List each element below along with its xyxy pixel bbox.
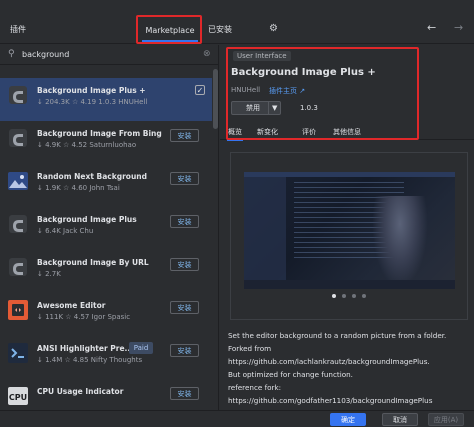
ok-button[interactable]: 确定 — [330, 413, 366, 426]
gear-icon[interactable]: ⚙ — [269, 23, 278, 34]
arrow-left-icon[interactable]: ← — [427, 21, 436, 34]
landscape-icon — [7, 170, 29, 192]
plugin-name: ANSI Highlighter Pre... — [37, 344, 134, 353]
install-button[interactable]: 安装 — [170, 387, 199, 400]
screenshot-carousel[interactable] — [230, 152, 468, 320]
plugin-name: Background Image Plus + — [37, 86, 146, 95]
plugin-meta: ↓ 6.4K Jack Chu — [37, 227, 94, 235]
search-bar[interactable]: ⚲ background ⊗ — [0, 45, 218, 65]
scrollbar[interactable] — [213, 67, 218, 407]
description-link[interactable]: https://github.com/lachlankrautz/backgro… — [228, 355, 468, 368]
install-button[interactable]: 安装 — [170, 344, 199, 357]
scrollbar-thumb[interactable] — [213, 69, 218, 129]
plugin-meta: ↓ 1.9K ☆ 4.60 John Tsai — [37, 184, 120, 192]
dialog-title: 插件 — [10, 25, 26, 34]
plugin-list-item[interactable]: Background Image From Bing ↓ 4.9K ☆ 4.52 … — [0, 121, 212, 164]
arrow-right-icon[interactable]: → — [454, 21, 463, 34]
plugin-name: CPU Usage Indicator — [37, 387, 124, 396]
close-icon[interactable]: ⊗ — [203, 49, 211, 59]
plugin-list-item[interactable]: Background Image By URL ↓ 2.7K 安装 — [0, 250, 212, 293]
annotation-highlight-marketplace — [136, 15, 202, 44]
plugin-list-panel: ⚲ background ⊗ Background Image Plus + ↓ … — [0, 45, 219, 410]
description-line: Forked from — [228, 344, 272, 353]
plugin-meta: ↓ 2.7K — [37, 270, 61, 278]
plug-icon — [7, 213, 29, 235]
enabled-checkbox[interactable]: ✓ — [195, 85, 205, 95]
cpu-icon: CPU — [7, 385, 29, 407]
annotation-highlight-detail — [226, 47, 419, 140]
paid-badge: Paid — [129, 342, 153, 354]
plugin-name: Awesome Editor — [37, 301, 106, 310]
description-link[interactable]: https://github.com/godfather1103/backgro… — [228, 394, 468, 407]
editor-icon — [7, 299, 29, 321]
plugin-meta: ↓ 204.3K ☆ 4.19 1.0.3 HNUHell — [37, 98, 148, 106]
plugin-list-item[interactable]: Awesome Editor ↓ 111K ☆ 4.57 Igor Spasic 安… — [0, 293, 212, 336]
terminal-icon — [7, 342, 29, 364]
plugin-list-item[interactable]: Background Image Plus + ↓ 204.3K ☆ 4.19 1… — [0, 78, 212, 121]
install-button[interactable]: 安装 — [170, 172, 199, 185]
search-input[interactable]: background — [22, 50, 69, 59]
carousel-dot[interactable] — [342, 294, 346, 298]
plugin-meta: ↓ 4.9K ☆ 4.52 Saturnluohao — [37, 141, 137, 149]
plug-icon — [7, 84, 29, 106]
plug-icon — [7, 256, 29, 278]
carousel-dots — [332, 291, 372, 298]
plugin-list-item[interactable]: CPU CPU Usage Indicator 安装 — [0, 379, 212, 410]
carousel-dot[interactable] — [362, 294, 366, 298]
svg-text:CPU: CPU — [9, 393, 27, 402]
plug-icon — [7, 127, 29, 149]
plugin-name: Background Image By URL — [37, 258, 149, 267]
plugin-list-item[interactable]: ANSI Highlighter Pre... ↓ 1.4M ☆ 4.85 Nif… — [0, 336, 212, 379]
cancel-button[interactable]: 取消 — [382, 413, 418, 426]
plugin-list-item[interactable]: Random Next Background ↓ 1.9K ☆ 4.60 John… — [0, 164, 212, 207]
top-bar: 插件 Marketplace 已安装 ⚙ ← → — [0, 0, 474, 44]
plugin-meta: ↓ 1.4M ☆ 4.85 Nifty Thoughts — [37, 356, 143, 364]
apply-button[interactable]: 应用(A) — [428, 413, 464, 426]
install-button[interactable]: 安装 — [170, 215, 199, 228]
plugin-description: Set the editor background to a random pi… — [228, 329, 468, 407]
install-button[interactable]: 安装 — [170, 258, 199, 271]
search-icon: ⚲ — [8, 49, 15, 59]
install-button[interactable]: 安装 — [170, 129, 199, 142]
plugin-meta: ↓ 111K ☆ 4.57 Igor Spasic — [37, 313, 131, 321]
plugin-list: Background Image Plus + ↓ 204.3K ☆ 4.19 1… — [0, 78, 212, 410]
plugin-name: Background Image Plus — [37, 215, 137, 224]
description-line: But optimized for change function. — [228, 370, 353, 379]
dialog-footer: 确定 取消 应用(A) — [0, 410, 474, 427]
plugin-screenshot — [244, 172, 455, 289]
carousel-dot[interactable] — [352, 294, 356, 298]
description-line: reference fork: — [228, 383, 282, 392]
carousel-dot[interactable] — [332, 294, 336, 298]
plugin-name: Background Image From Bing — [37, 129, 162, 138]
plugin-list-item[interactable]: Background Image Plus ↓ 6.4K Jack Chu 安装 — [0, 207, 212, 250]
install-button[interactable]: 安装 — [170, 301, 199, 314]
tab-installed[interactable]: 已安装 — [208, 24, 232, 35]
description-line: Set the editor background to a random pi… — [228, 331, 447, 340]
plugin-name: Random Next Background — [37, 172, 147, 181]
